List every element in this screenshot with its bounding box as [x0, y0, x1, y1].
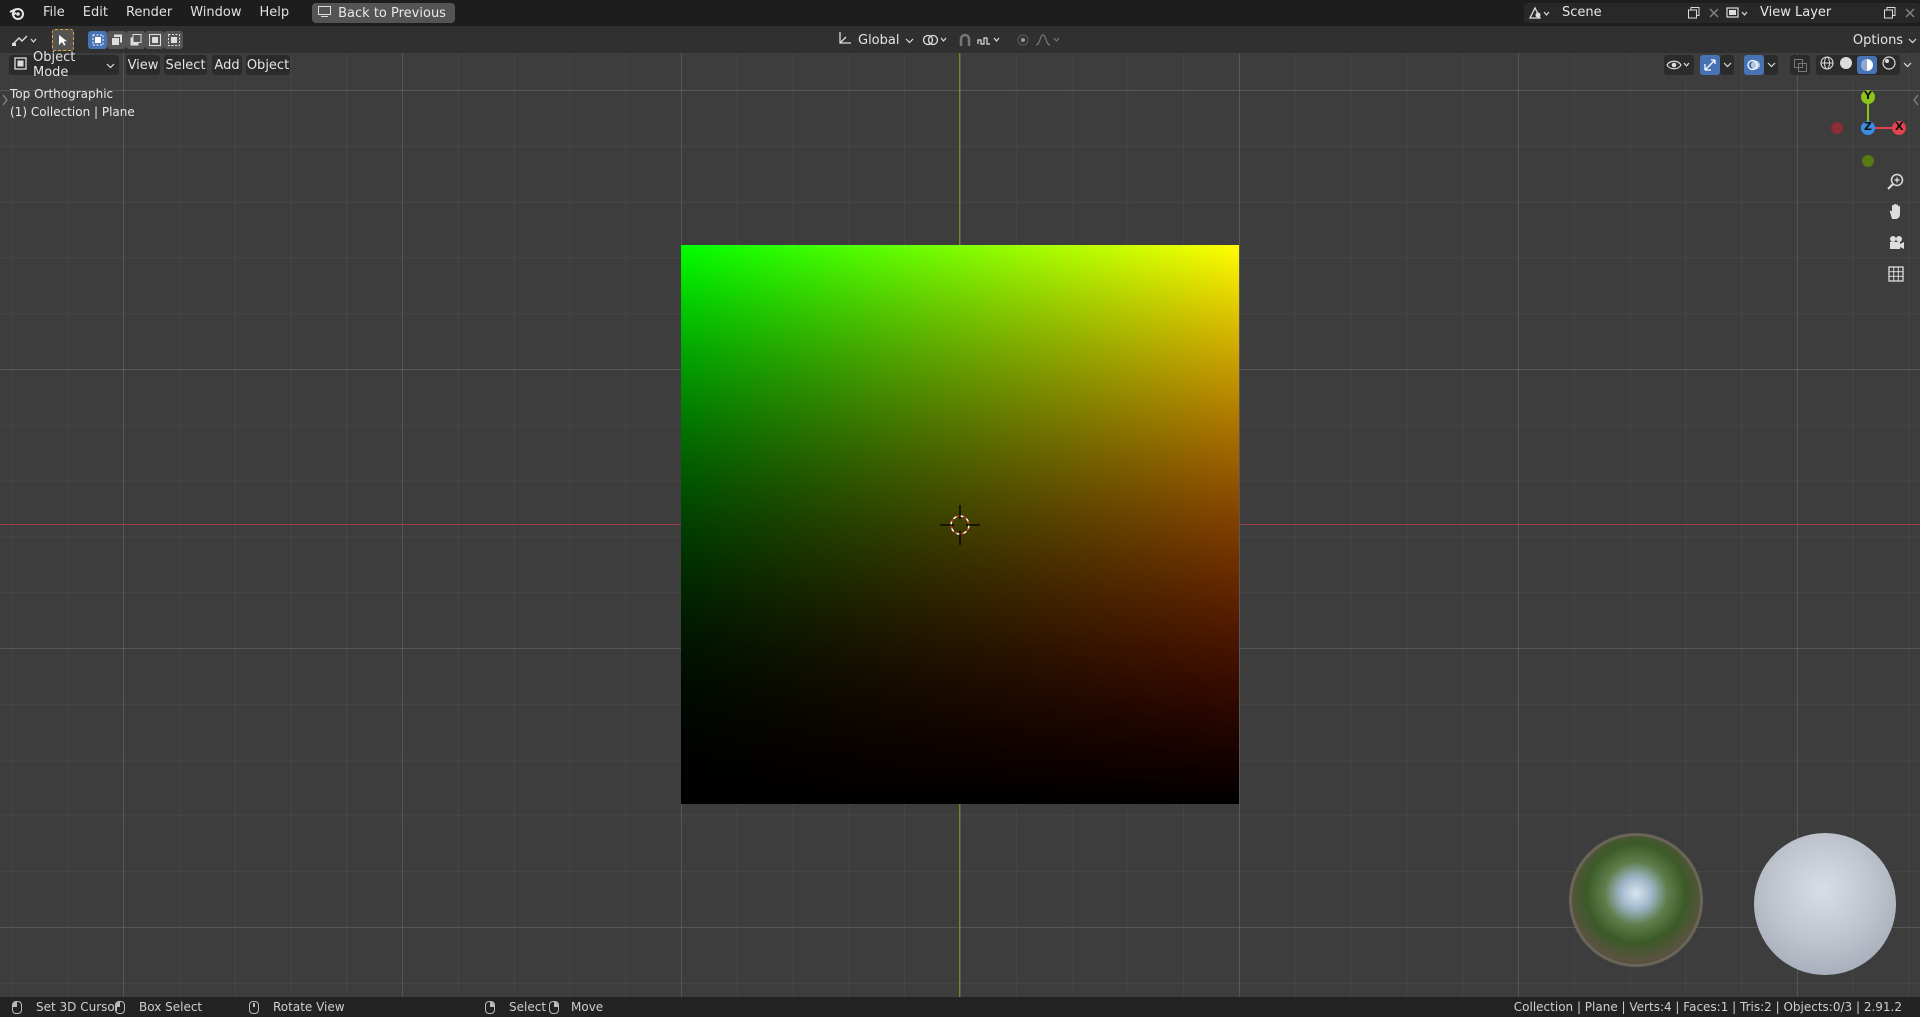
menu-file[interactable]: File [34, 0, 74, 26]
new-view-layer-icon[interactable] [1880, 3, 1900, 23]
navigation-gizmo[interactable]: Y X Z [1826, 86, 1914, 170]
xray-toggle-icon[interactable] [1790, 55, 1810, 75]
scene-statistics: Collection | Plane | Verts:4 | Faces:1 |… [1513, 1000, 1902, 1014]
ortho-grid-icon[interactable] [1883, 261, 1909, 287]
viewport-header: Object Mode View Select Add Object [0, 50, 1920, 80]
menu-object[interactable]: Object [246, 55, 290, 75]
scene-browse-icon[interactable] [1524, 3, 1554, 23]
3d-cursor-icon [940, 505, 980, 545]
shading-mode-group [1816, 55, 1900, 75]
wireframe-shading-icon[interactable] [1820, 56, 1834, 74]
object-mode-icon [14, 56, 27, 74]
delete-scene-icon[interactable] [1704, 3, 1724, 23]
new-scene-icon[interactable] [1684, 3, 1704, 23]
status-box-select: Box Select [115, 997, 202, 1017]
back-to-previous-button[interactable]: Back to Previous [312, 3, 455, 23]
pivot-point-dropdown[interactable] [920, 30, 952, 50]
proportional-falloff-dropdown[interactable] [1034, 30, 1064, 50]
view-layer-name-field[interactable]: View Layer [1752, 3, 1880, 23]
collection-info-text: (1) Collection | Plane [10, 105, 135, 119]
view-layer-browse-icon[interactable] [1722, 3, 1752, 23]
menu-edit[interactable]: Edit [74, 0, 117, 26]
box-select-set-icon[interactable] [88, 31, 107, 49]
chevron-down-icon [106, 58, 115, 73]
set-cursor-label: Set 3D Cursor [36, 1000, 120, 1014]
orientation-label: Global [858, 32, 900, 48]
box-select-intersect-icon[interactable] [164, 31, 183, 49]
chevron-down-icon [1908, 33, 1917, 48]
mouse-right-icon [485, 1000, 495, 1014]
box-select-subtract-icon[interactable] [126, 31, 145, 49]
scene-selector: Scene [1524, 3, 1724, 23]
proportional-editing-icon[interactable] [1014, 30, 1032, 50]
gizmo-z-label: Z [1864, 120, 1872, 133]
menu-render[interactable]: Render [117, 0, 181, 26]
overlays-dropdown[interactable] [1764, 55, 1778, 75]
orientation-axes-icon [838, 31, 852, 49]
mouse-middle-icon [249, 1000, 259, 1014]
material-preview-sphere [1754, 833, 1896, 975]
rendered-shading-icon[interactable] [1882, 56, 1896, 74]
box-select-invert-icon[interactable] [145, 31, 164, 49]
select-tool-icon[interactable] [52, 29, 74, 51]
solid-shading-icon[interactable] [1839, 56, 1853, 74]
view-layer-selector: View Layer [1722, 3, 1920, 23]
menu-window[interactable]: Window [181, 0, 250, 26]
chevron-down-icon [905, 33, 914, 48]
screen-icon [318, 5, 332, 21]
delete-view-layer-icon[interactable] [1900, 3, 1920, 23]
gizmo-x-label: X [1895, 120, 1904, 133]
hdri-world-sphere [1569, 833, 1703, 967]
editor-type-icon[interactable] [8, 30, 42, 50]
material-preview-shading-icon[interactable] [1857, 56, 1878, 74]
options-dropdown[interactable]: Options [1852, 30, 1917, 50]
zoom-icon[interactable] [1883, 169, 1909, 195]
mode-label: Object Mode [33, 50, 76, 80]
back-to-previous-label: Back to Previous [338, 5, 446, 21]
menu-select[interactable]: Select [164, 55, 207, 75]
mouse-left-icon [12, 1000, 22, 1014]
menu-view[interactable]: View [126, 55, 160, 75]
mouse-drag-icon [115, 1000, 125, 1014]
tool-header: Global Options [0, 26, 1920, 53]
select-label: Select [509, 1000, 547, 1014]
transform-orientation-dropdown[interactable]: Global [834, 30, 914, 50]
snap-toggle-icon[interactable] [956, 30, 974, 50]
status-set-cursor: Set 3D Cursor [12, 997, 120, 1017]
status-rotate-view: Rotate View [249, 997, 345, 1017]
top-menu-bar: File Edit Render Window Help Back to Pre… [0, 0, 1920, 26]
move-label: Move [571, 1000, 604, 1014]
camera-view-icon[interactable] [1883, 230, 1909, 256]
mouse-right-drag-icon [549, 1000, 559, 1014]
rotate-view-label: Rotate View [273, 1000, 345, 1014]
visibility-dropdown[interactable] [1664, 55, 1694, 75]
options-label: Options [1852, 32, 1904, 48]
view-name-text: Top Orthographic [10, 87, 114, 101]
scene-name-field[interactable]: Scene [1554, 3, 1684, 23]
mode-dropdown[interactable]: Object Mode [9, 50, 119, 80]
pan-hand-icon[interactable] [1883, 199, 1909, 225]
toolbar-toggle-icon[interactable] [1, 94, 9, 106]
box-select-label: Box Select [139, 1000, 203, 1014]
gizmo-dropdown[interactable] [1720, 55, 1734, 75]
snap-target-dropdown[interactable] [976, 30, 1006, 50]
gizmo-y-label: Y [1864, 89, 1872, 102]
status-select: Select [485, 997, 546, 1017]
gizmo-toggle-icon[interactable] [1700, 55, 1720, 75]
blender-logo-icon[interactable] [0, 0, 34, 26]
status-move: Move [549, 997, 603, 1017]
menu-help[interactable]: Help [251, 0, 299, 26]
status-bar: Set 3D Cursor Box Select Rotate View Sel… [0, 997, 1920, 1017]
menu-add[interactable]: Add [212, 55, 242, 75]
box-select-extend-icon[interactable] [107, 31, 126, 49]
shading-options-dropdown[interactable] [1900, 55, 1914, 75]
overlays-toggle-icon[interactable] [1744, 55, 1764, 75]
